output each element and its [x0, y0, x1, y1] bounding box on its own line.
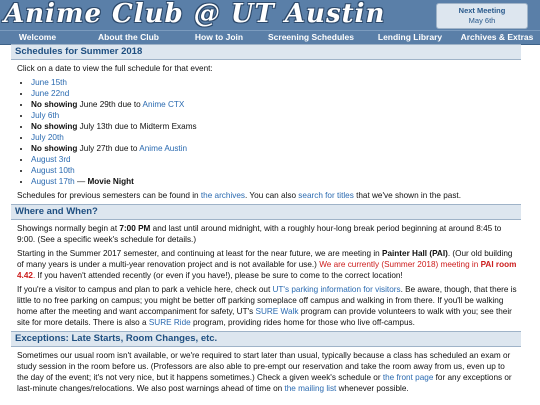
- schedule-date-link[interactable]: July 6th: [31, 111, 59, 120]
- archives-link[interactable]: the archives: [201, 191, 245, 200]
- text-fragment: Starting in the Summer 2017 semester, an…: [17, 249, 383, 258]
- text-fragment: If you're a visitor to campus and plan t…: [17, 285, 273, 294]
- sure-ride-link[interactable]: SURE Ride: [149, 318, 191, 327]
- building-name: Painter Hall (PAI): [382, 249, 448, 258]
- parking-paragraph: If you're a visitor to campus and plan t…: [17, 284, 517, 328]
- nav-screening-schedules[interactable]: Screening Schedules: [256, 31, 366, 44]
- no-showing-reason: July 13th due to Midterm Exams: [77, 122, 197, 131]
- schedule-date-link[interactable]: July 20th: [31, 133, 64, 142]
- no-showing-label: No showing: [31, 144, 78, 153]
- no-showing-reason: July 27th due to: [77, 144, 140, 153]
- mailing-list-link[interactable]: the mailing list: [284, 384, 336, 393]
- start-time: 7:00 PM: [119, 224, 151, 233]
- schedule-date-link[interactable]: August 10th: [31, 166, 75, 175]
- exceptions-paragraph: Sometimes our usual room isn't available…: [17, 350, 517, 394]
- schedule-list: June 15th June 22nd No showing June 29th…: [11, 77, 521, 187]
- schedule-date-link[interactable]: June 15th: [31, 78, 67, 87]
- nav-lending-library[interactable]: Lending Library: [366, 31, 454, 44]
- list-item: July 20th: [31, 132, 521, 143]
- where-when-heading: Where and When?: [11, 204, 521, 220]
- sure-walk-link[interactable]: SURE Walk: [256, 307, 299, 316]
- text-fragment: whenever possible.: [336, 384, 409, 393]
- text-fragment: We are currently (Summer 2018) meeting i…: [319, 260, 481, 269]
- main-content: Schedules for Summer 2018 Click on a dat…: [11, 44, 521, 397]
- text-fragment: Schedules for previous semesters can be …: [17, 191, 201, 200]
- nav-welcome[interactable]: Welcome: [0, 31, 75, 44]
- no-showing-reason: June 29th due to: [77, 100, 143, 109]
- main-nav: Welcome About the Club How to Join Scree…: [0, 30, 540, 45]
- nav-how-to-join[interactable]: How to Join: [182, 31, 256, 44]
- text-fragment: that we've shown in the past.: [353, 191, 461, 200]
- text-fragment: . You can also: [245, 191, 299, 200]
- site-title[interactable]: Anime Club @ UT Austin: [4, 0, 385, 29]
- event-link[interactable]: Anime Austin: [139, 144, 187, 153]
- previous-schedules-text: Schedules for previous semesters can be …: [17, 190, 517, 201]
- list-item: June 15th: [31, 77, 521, 88]
- nav-archives-extras[interactable]: Archives & Extras: [454, 31, 540, 44]
- next-meeting-label: Next Meeting: [458, 6, 506, 15]
- next-meeting-date: May 6th: [468, 16, 496, 25]
- list-item: July 6th: [31, 110, 521, 121]
- schedule-date-link[interactable]: August 17th: [31, 177, 75, 186]
- header-banner: Anime Club @ UT Austin Next Meeting May …: [0, 0, 540, 30]
- parking-info-link[interactable]: UT's parking information for visitors: [273, 285, 401, 294]
- list-item: August 10th: [31, 165, 521, 176]
- dash-separator: —: [74, 177, 88, 186]
- event-link[interactable]: Anime CTX: [143, 100, 185, 109]
- next-meeting-box[interactable]: Next Meeting May 6th: [436, 3, 528, 29]
- nav-about[interactable]: About the Club: [75, 31, 182, 44]
- list-item: No showing July 27th due to Anime Austin: [31, 143, 521, 154]
- list-item: No showing July 13th due to Midterm Exam…: [31, 121, 521, 132]
- list-item: No showing June 29th due to Anime CTX: [31, 99, 521, 110]
- schedule-date-link[interactable]: August 3rd: [31, 155, 71, 164]
- exceptions-heading: Exceptions: Late Starts, Room Changes, e…: [11, 331, 521, 347]
- schedule-heading: Schedules for Summer 2018: [11, 44, 521, 60]
- search-titles-link[interactable]: search for titles: [298, 191, 354, 200]
- location-paragraph: Starting in the Summer 2017 semester, an…: [17, 248, 517, 281]
- movie-night-label: Movie Night: [87, 177, 134, 186]
- list-item: August 17th — Movie Night: [31, 176, 521, 187]
- list-item: June 22nd: [31, 88, 521, 99]
- front-page-link[interactable]: the front page: [383, 373, 434, 382]
- schedule-intro: Click on a date to view the full schedul…: [17, 64, 213, 73]
- showtime-paragraph: Showings normally begin at 7:00 PM and l…: [17, 223, 517, 245]
- no-showing-label: No showing: [31, 122, 78, 131]
- schedule-date-link[interactable]: June 22nd: [31, 89, 69, 98]
- list-item: August 3rd: [31, 154, 521, 165]
- text-fragment: Showings normally begin at: [17, 224, 120, 233]
- no-showing-label: No showing: [31, 100, 78, 109]
- text-fragment: If you haven't attended recently (or eve…: [35, 271, 403, 280]
- text-fragment: program, providing rides home for those …: [190, 318, 415, 327]
